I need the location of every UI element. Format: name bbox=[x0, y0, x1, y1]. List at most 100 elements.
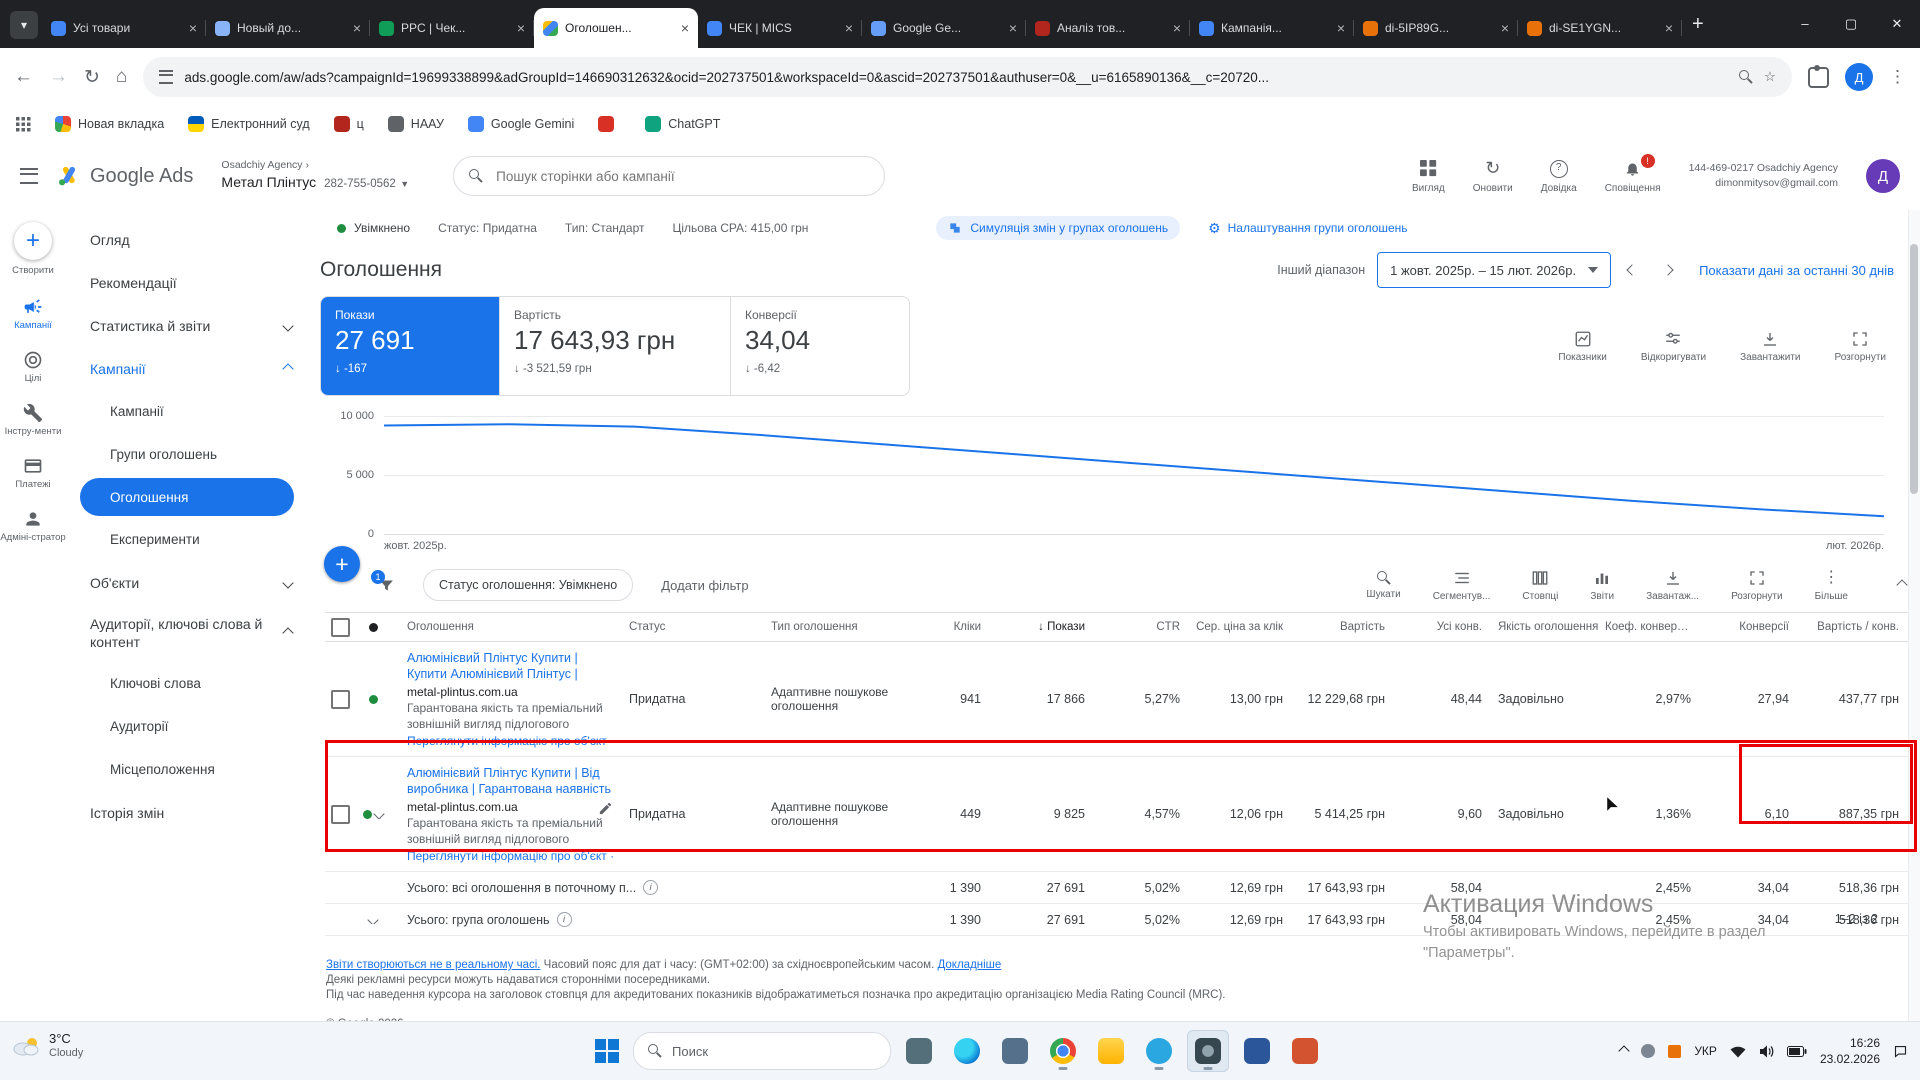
new-tab-button[interactable]: + bbox=[1692, 13, 1704, 36]
col-all-conv[interactable]: Усі конв. bbox=[1395, 621, 1492, 633]
lens-icon[interactable] bbox=[1738, 70, 1753, 84]
appearance-button[interactable]: Вигляд bbox=[1412, 159, 1445, 194]
back-icon[interactable]: ← bbox=[14, 66, 33, 88]
metric-card[interactable]: Вартість 17 643,93 грн ↓ -3 521,59 грн bbox=[499, 297, 730, 395]
last-30-days-link[interactable]: Показати дані за останні 30 днів bbox=[1699, 263, 1894, 278]
col-cost-per-conv[interactable]: Вартість / конв. bbox=[1799, 621, 1909, 633]
rail-item-billing[interactable]: Платежі bbox=[0, 447, 68, 500]
nav-item[interactable]: Аудиторії, ключові слова й контент bbox=[66, 604, 312, 662]
download-table-button[interactable]: Завантаж... bbox=[1646, 569, 1699, 602]
nav-item[interactable]: Оголошення bbox=[80, 478, 294, 516]
segment-button[interactable]: Сегментув... bbox=[1433, 569, 1490, 602]
taskbar-app[interactable] bbox=[899, 1031, 939, 1071]
col-type[interactable]: Тип оголошення bbox=[759, 621, 905, 633]
taskbar-app[interactable] bbox=[1187, 1030, 1229, 1072]
tab-close-icon[interactable]: × bbox=[189, 20, 197, 36]
browser-tab[interactable]: Усі товари × bbox=[42, 8, 206, 48]
enabled-status[interactable]: Увімкнено bbox=[337, 221, 410, 235]
taskbar-app[interactable] bbox=[1139, 1031, 1179, 1071]
hidden-icons-button[interactable] bbox=[1618, 1042, 1630, 1060]
maximize-icon[interactable]: ▢ bbox=[1828, 0, 1874, 48]
help-button[interactable]: ? Довідка bbox=[1541, 159, 1577, 194]
row-checkbox[interactable] bbox=[330, 804, 350, 824]
col-conv-rate[interactable]: Коеф. конверсій bbox=[1605, 621, 1701, 633]
col-status[interactable]: Статус bbox=[617, 621, 759, 633]
col-conversions[interactable]: Конверсії bbox=[1701, 621, 1799, 633]
nav-item[interactable]: Рекомендації bbox=[66, 261, 312, 304]
weather-widget[interactable]: 3°C Cloudy bbox=[12, 1031, 83, 1061]
col-quality[interactable]: Якість оголошення bbox=[1492, 621, 1605, 633]
tab-close-icon[interactable]: × bbox=[681, 20, 689, 36]
table-search-button[interactable]: Шукати bbox=[1366, 569, 1401, 602]
enabled-dot-icon[interactable] bbox=[363, 809, 372, 819]
row-checkbox[interactable] bbox=[330, 689, 350, 709]
metric-card[interactable]: Покази 27 691 ↓ -167 bbox=[321, 297, 499, 395]
tray-app-icon[interactable] bbox=[1641, 1044, 1656, 1058]
nav-item[interactable]: Кампанії bbox=[66, 390, 312, 433]
col-cost[interactable]: Вартість bbox=[1293, 621, 1395, 633]
enabled-dot-icon[interactable] bbox=[368, 694, 378, 704]
rail-item-goals[interactable]: Цілі bbox=[0, 341, 68, 394]
scrollbar-thumb[interactable] bbox=[1910, 244, 1918, 494]
browser-tab[interactable]: Аналіз тов... × bbox=[1026, 8, 1190, 48]
taskbar-app[interactable] bbox=[995, 1031, 1035, 1071]
col-impressions[interactable]: ↓ Покази bbox=[991, 621, 1095, 633]
tab-close-icon[interactable]: × bbox=[517, 20, 525, 36]
apps-grid-icon[interactable] bbox=[16, 116, 31, 132]
rail-item-campaigns[interactable]: Кампанії bbox=[0, 288, 68, 341]
columns-button[interactable]: Стовпці bbox=[1522, 569, 1558, 602]
range-next-button[interactable] bbox=[1653, 255, 1683, 285]
ads-search-input[interactable] bbox=[494, 167, 870, 185]
table-row[interactable]: Алюмінієвий Плінтус Купити | Купити Алюм… bbox=[325, 642, 1909, 757]
expand-chart-button[interactable]: Розгорнути bbox=[1834, 330, 1886, 363]
status-filter-chip[interactable]: Статус оголошення: Увімкнено bbox=[423, 569, 634, 601]
site-info-icon[interactable] bbox=[159, 70, 174, 84]
metrics-button[interactable]: Показники bbox=[1558, 330, 1607, 363]
home-icon[interactable]: ⌂ bbox=[116, 66, 127, 88]
col-ctr[interactable]: CTR bbox=[1095, 621, 1190, 633]
realtime-note-link[interactable]: Звіти створюються не в реальному часі. bbox=[326, 959, 540, 971]
download-chart-button[interactable]: Завантажити bbox=[1740, 330, 1800, 363]
expand-totals-icon[interactable] bbox=[367, 915, 379, 924]
tab-search-icon[interactable]: ▾ bbox=[10, 11, 38, 39]
row-caret-icon[interactable] bbox=[373, 809, 385, 819]
rail-item-tools[interactable]: Інстру-менти bbox=[0, 394, 68, 447]
more-button[interactable]: ⋮ Більше bbox=[1815, 569, 1848, 602]
browser-tab[interactable]: di-SE1YGN... × bbox=[1518, 8, 1682, 48]
refresh-button[interactable]: ↻ Оновити bbox=[1473, 158, 1513, 194]
page-scrollbar[interactable] bbox=[1908, 210, 1920, 1022]
date-range-picker[interactable]: 1 жовт. 2025р. – 15 лют. 2026р. bbox=[1377, 252, 1612, 288]
simulate-changes-link[interactable]: Симуляція змін у групах оголошень bbox=[936, 216, 1181, 240]
taskbar-app[interactable] bbox=[1091, 1031, 1131, 1071]
nav-item[interactable]: Ключові слова bbox=[66, 662, 312, 705]
ad-headline-link[interactable]: Алюмінієвий Плінтус Купити | Від виробни… bbox=[407, 765, 613, 798]
metric-card[interactable]: Конверсії 34,04 ↓ -6,42 bbox=[730, 297, 909, 395]
add-filter-button[interactable]: Додати фільтр bbox=[661, 578, 748, 593]
ads-search-box[interactable] bbox=[453, 156, 886, 196]
tab-close-icon[interactable]: × bbox=[1501, 20, 1509, 36]
refresh-icon[interactable]: ↻ bbox=[84, 66, 100, 89]
rail-item-admin[interactable]: Адміні-стратор bbox=[0, 500, 68, 553]
add-ad-fab[interactable]: + bbox=[324, 546, 360, 582]
learn-more-link[interactable]: Докладніше bbox=[937, 959, 1001, 971]
tray-alert-icon[interactable] bbox=[1668, 1044, 1682, 1058]
tab-close-icon[interactable]: × bbox=[353, 20, 361, 36]
ad-headline-link[interactable]: Алюмінієвий Плінтус Купити | Купити Алюм… bbox=[407, 650, 613, 683]
tab-close-icon[interactable]: × bbox=[1009, 20, 1017, 36]
tab-close-icon[interactable]: × bbox=[1665, 20, 1673, 36]
bookmark-item[interactable]: ChatGPT bbox=[645, 116, 720, 132]
select-all-checkbox[interactable] bbox=[330, 617, 350, 637]
breadcrumb[interactable]: Osadchiy Agency › Метал Плінтус 282-755-0… bbox=[221, 159, 409, 192]
bookmark-item[interactable]: НААУ bbox=[387, 116, 444, 132]
browser-tab[interactable]: Google Ge... × bbox=[862, 8, 1026, 48]
reports-button[interactable]: Звіти bbox=[1590, 569, 1614, 602]
browser-tab[interactable]: Оголошен... × bbox=[534, 8, 698, 48]
start-button[interactable] bbox=[595, 1039, 619, 1063]
menu-icon[interactable] bbox=[20, 168, 38, 184]
user-avatar[interactable]: Д bbox=[1866, 159, 1900, 193]
collapse-chart-button[interactable] bbox=[1896, 576, 1908, 594]
browser-tab[interactable]: di-5IP89G... × bbox=[1354, 8, 1518, 48]
edit-icon[interactable] bbox=[598, 801, 613, 816]
bookmark-star-icon[interactable]: ☆ bbox=[1764, 69, 1776, 85]
bookmark-item[interactable]: Електронний суд bbox=[188, 116, 310, 132]
